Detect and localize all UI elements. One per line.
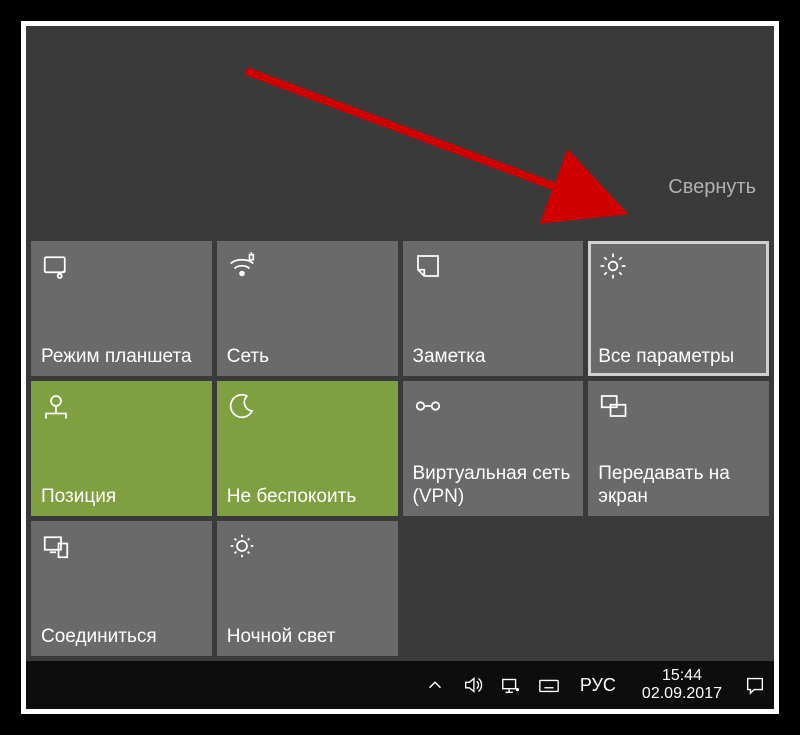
tile-all-settings[interactable]: Все параметры [588, 241, 769, 376]
tile-night-light[interactable]: Ночной свет [217, 521, 398, 656]
moon-icon [227, 391, 257, 421]
volume-icon[interactable] [460, 672, 486, 698]
tile-label: Передавать на экран [598, 463, 759, 508]
tile-label: Позиция [41, 486, 202, 508]
night-light-icon [227, 531, 257, 561]
location-icon [41, 391, 71, 421]
project-icon [598, 391, 628, 421]
keyboard-icon[interactable] [536, 672, 562, 698]
tile-vpn[interactable]: Виртуальная сеть (VPN) [403, 381, 584, 516]
tile-project[interactable]: Передавать на экран [588, 381, 769, 516]
tile-connect[interactable]: Соединиться [31, 521, 212, 656]
tile-label: Ночной свет [227, 626, 388, 648]
tile-tablet-mode[interactable]: Режим планшета [31, 241, 212, 376]
tray-chevron-up-icon[interactable] [422, 672, 448, 698]
tile-label: Сеть [227, 346, 388, 368]
system-tray: РУС 15:44 02.09.2017 [422, 667, 768, 702]
tile-label: Все параметры [598, 346, 759, 368]
tile-label: Не беспокоить [227, 486, 388, 508]
clock-date: 02.09.2017 [642, 685, 722, 703]
annotation-arrow [196, 51, 646, 231]
clock-time: 15:44 [642, 667, 722, 685]
gear-icon [598, 251, 628, 281]
tile-location[interactable]: Позиция [31, 381, 212, 516]
note-icon [413, 251, 443, 281]
tile-note[interactable]: Заметка [403, 241, 584, 376]
tile-label: Виртуальная сеть (VPN) [413, 463, 574, 508]
tablet-icon [41, 251, 71, 281]
clock[interactable]: 15:44 02.09.2017 [634, 667, 730, 702]
collapse-link[interactable]: Свернуть [668, 176, 756, 199]
tile-quiet-hours[interactable]: Не беспокоить [217, 381, 398, 516]
action-center-panel: Свернуть Режим планшета Сеть Заметка [26, 26, 774, 661]
tile-label: Заметка [413, 346, 574, 368]
vpn-icon [413, 391, 443, 421]
language-indicator[interactable]: РУС [574, 675, 622, 696]
wifi-icon [227, 251, 257, 281]
tile-network[interactable]: Сеть [217, 241, 398, 376]
tile-label: Соединиться [41, 626, 202, 648]
tile-label: Режим планшета [41, 346, 202, 368]
action-center-icon[interactable] [742, 672, 768, 698]
taskbar: РУС 15:44 02.09.2017 [26, 661, 774, 709]
network-tray-icon[interactable] [498, 672, 524, 698]
connect-icon [41, 531, 71, 561]
quick-action-tiles: Режим планшета Сеть Заметка Все параметр… [26, 241, 774, 661]
